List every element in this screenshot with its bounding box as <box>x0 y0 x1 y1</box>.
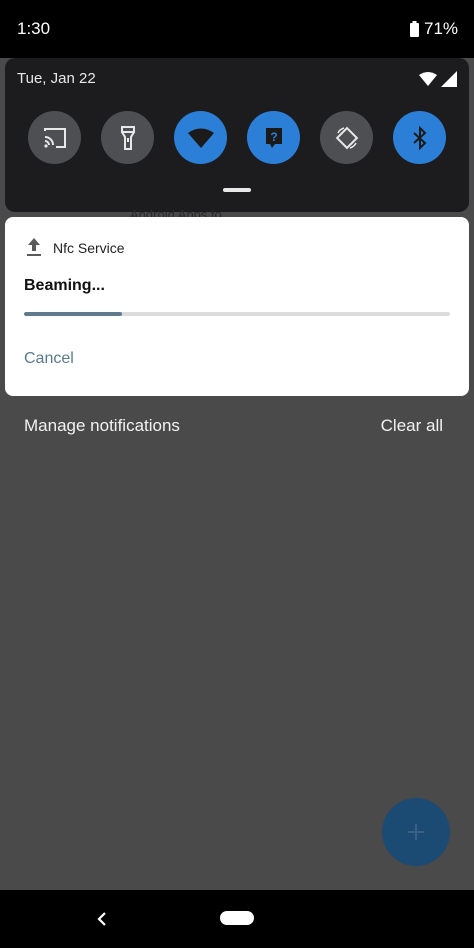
wifi-status-icon <box>419 72 437 86</box>
back-icon[interactable] <box>95 911 109 927</box>
notification-app-name: Nfc Service <box>53 240 125 256</box>
progress-bar <box>24 312 450 316</box>
notification-title: Beaming... <box>24 277 105 294</box>
cancel-button[interactable]: Cancel <box>24 350 74 368</box>
flashlight-tile[interactable] <box>101 111 154 164</box>
status-time: 1:30 <box>17 19 51 38</box>
unknown-data-icon: ? <box>265 127 282 148</box>
progress-bar-fill <box>24 312 122 316</box>
unknown-data-tile[interactable]: ? <box>247 111 300 164</box>
qs-date[interactable]: Tue, Jan 22 <box>17 70 96 87</box>
wifi-icon <box>187 128 214 148</box>
wifi-tile[interactable] <box>174 111 227 164</box>
navigation-bar <box>0 890 474 948</box>
bluetooth-icon <box>412 125 426 150</box>
add-fab-button[interactable] <box>382 798 450 866</box>
battery-percent: 71% <box>424 19 459 38</box>
bluetooth-tile[interactable] <box>393 111 446 164</box>
cast-icon <box>43 127 66 148</box>
auto-rotate-icon <box>335 126 358 149</box>
flashlight-icon <box>120 125 135 150</box>
quick-settings-panel: Tue, Jan 22 ? <box>5 58 469 212</box>
home-button[interactable] <box>220 911 254 925</box>
qs-drag-handle[interactable] <box>223 188 251 192</box>
svg-text:?: ? <box>270 130 277 144</box>
upload-icon <box>27 238 41 256</box>
notification-card[interactable]: Nfc Service Beaming... Cancel <box>5 217 469 396</box>
clear-all-button[interactable]: Clear all <box>381 416 443 436</box>
status-bar: 1:30 71% <box>0 0 474 58</box>
battery-icon <box>410 21 419 37</box>
manage-notifications-button[interactable]: Manage notifications <box>24 416 180 436</box>
auto-rotate-tile[interactable] <box>320 111 373 164</box>
plus-icon <box>408 824 424 840</box>
cast-tile[interactable] <box>28 111 81 164</box>
cell-signal-icon <box>441 71 457 87</box>
